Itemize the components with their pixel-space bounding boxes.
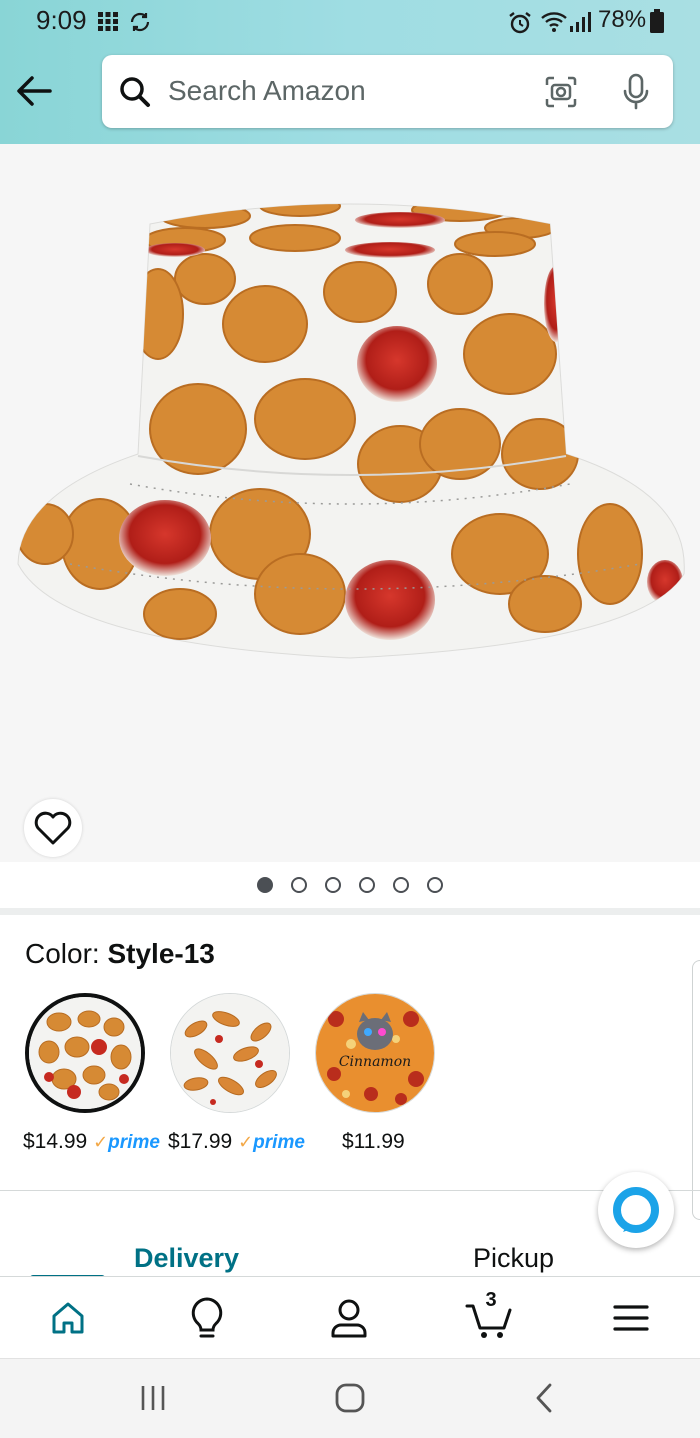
search-bar[interactable] [102, 55, 673, 128]
arrow-left-icon [17, 76, 52, 106]
image-carousel-dots[interactable] [0, 862, 700, 908]
nav-inspire[interactable] [182, 1293, 232, 1343]
search-input[interactable] [168, 69, 528, 113]
product-image[interactable] [0, 144, 700, 862]
camera-search-icon[interactable] [544, 75, 578, 109]
wifi-icon [541, 12, 567, 32]
prime-badge: prime [253, 1132, 305, 1153]
swatch-2-price: $17.99 [168, 1130, 233, 1153]
signal-icon [570, 12, 591, 32]
nav-home[interactable] [43, 1293, 93, 1343]
home-system-icon[interactable] [333, 1381, 367, 1415]
status-time: 9:09 [36, 5, 87, 35]
sync-icon [130, 12, 150, 32]
prime-check-icon: ✓ [93, 1132, 109, 1152]
alarm-icon [509, 12, 531, 34]
carousel-dot[interactable] [393, 877, 409, 893]
color-swatch-3[interactable]: Cinnamon [315, 993, 435, 1113]
nav-cart[interactable]: 3 [465, 1289, 515, 1343]
bottom-navigation: 3 [0, 1276, 700, 1358]
cart-count: 3 [485, 1289, 497, 1311]
swatch-1-price: $14.99 [23, 1130, 88, 1153]
top-bar: 9:09 78% Search Amazon [0, 0, 700, 144]
back-system-icon[interactable] [530, 1381, 560, 1415]
search-icon [120, 77, 150, 107]
color-selected-value: Style-13 [107, 938, 215, 969]
account-icon [331, 1299, 367, 1338]
battery-percent: 78% [598, 6, 647, 33]
swatch-1-image [29, 997, 141, 1109]
menu-icon [613, 1305, 649, 1331]
tab-delivery[interactable]: Delivery [134, 1243, 239, 1274]
alexa-button[interactable] [598, 1172, 674, 1248]
swatch-1-price-row: $14.99 ✓prime [23, 1130, 160, 1154]
tab-pickup[interactable]: Pickup [473, 1243, 554, 1274]
nav-menu[interactable] [606, 1293, 656, 1343]
swatch-3-overlay-text: Cinnamon [339, 1054, 411, 1070]
color-label-prefix: Color: [25, 938, 100, 969]
carousel-dot[interactable] [257, 877, 273, 893]
battery-icon [650, 9, 664, 33]
prime-badge: prime [108, 1132, 160, 1153]
section-divider [0, 908, 700, 915]
swatch-3-price: $11.99 [342, 1130, 405, 1153]
carousel-dot[interactable] [427, 877, 443, 893]
bucket-hat-image [17, 203, 685, 659]
status-bar: 9:09 78% [0, 0, 700, 44]
carousel-dot[interactable] [325, 877, 341, 893]
lightbulb-icon [191, 1297, 223, 1338]
swatch-2-image [171, 994, 289, 1112]
color-label: Color: Style-13 [25, 938, 215, 970]
swatch-3-image: Cinnamon [316, 994, 434, 1112]
carousel-dot[interactable] [291, 877, 307, 893]
app-grid-icon [98, 12, 118, 31]
side-panel-handle[interactable] [692, 960, 700, 1220]
back-button[interactable] [14, 70, 62, 114]
system-navigation-bar [0, 1358, 700, 1438]
prime-check-icon: ✓ [238, 1132, 254, 1152]
wishlist-button[interactable] [24, 799, 82, 857]
swatch-2-price-row: $17.99 ✓prime [168, 1130, 305, 1154]
color-swatch-2[interactable] [170, 993, 290, 1113]
carousel-dot[interactable] [359, 877, 375, 893]
heart-icon [34, 811, 72, 845]
microphone-icon[interactable] [621, 73, 651, 111]
section-divider [0, 1190, 700, 1191]
nav-account[interactable] [324, 1293, 374, 1343]
home-icon [52, 1302, 84, 1334]
swatch-3-price-row: $11.99 [342, 1130, 405, 1154]
recent-apps-icon[interactable] [138, 1381, 168, 1415]
color-swatch-1[interactable] [25, 993, 145, 1113]
alexa-icon [613, 1187, 659, 1233]
